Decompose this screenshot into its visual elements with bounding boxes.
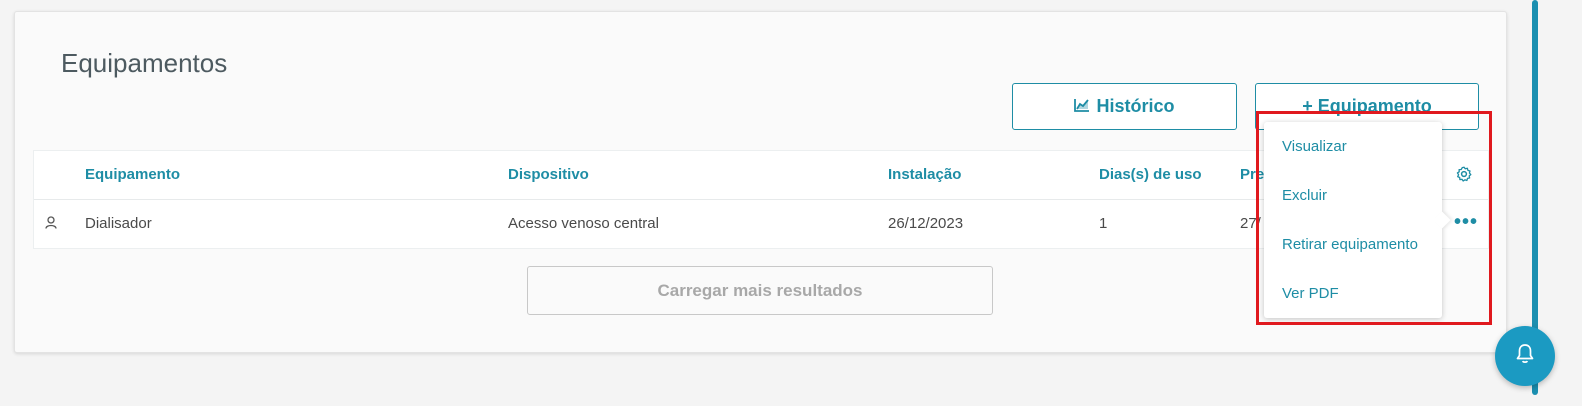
header-instalacao[interactable]: Instalação bbox=[888, 166, 961, 183]
load-more-button[interactable]: Carregar mais resultados bbox=[527, 266, 993, 315]
menu-item-visualizar[interactable]: Visualizar bbox=[1282, 138, 1347, 155]
gear-icon[interactable] bbox=[1456, 166, 1472, 187]
menu-item-ver-pdf[interactable]: Ver PDF bbox=[1282, 285, 1339, 302]
menu-item-excluir[interactable]: Excluir bbox=[1282, 187, 1327, 204]
add-equipment-label: + Equipamento bbox=[1302, 96, 1432, 116]
page-title: Equipamentos bbox=[61, 48, 228, 78]
header-previsao[interactable]: Pre bbox=[1240, 166, 1264, 183]
more-options-icon[interactable]: ••• bbox=[1454, 212, 1478, 232]
header-equipamento[interactable]: Equipamento bbox=[85, 166, 180, 183]
notifications-button[interactable] bbox=[1495, 326, 1555, 386]
cell-dias-uso: 1 bbox=[1099, 215, 1108, 232]
cell-equipamento: Dialisador bbox=[85, 215, 152, 232]
chart-icon bbox=[1074, 96, 1090, 117]
bell-icon bbox=[1515, 343, 1535, 370]
cell-instalacao: 26/12/2023 bbox=[888, 215, 964, 232]
cell-previsao: 27/ bbox=[1240, 215, 1261, 232]
row-actions-menu: Visualizar Excluir Retirar equipamento V… bbox=[1264, 122, 1451, 318]
header-dispositivo[interactable]: Dispositivo bbox=[508, 166, 589, 183]
history-button[interactable]: Histórico bbox=[1012, 83, 1237, 130]
header-dias-uso[interactable]: Dias(s) de uso bbox=[1099, 166, 1202, 183]
menu-item-retirar-equipamento[interactable]: Retirar equipamento bbox=[1282, 236, 1418, 253]
cell-dispositivo: Acesso venoso central bbox=[508, 215, 659, 232]
person-icon bbox=[45, 216, 57, 234]
history-button-label: Histórico bbox=[1096, 96, 1175, 116]
